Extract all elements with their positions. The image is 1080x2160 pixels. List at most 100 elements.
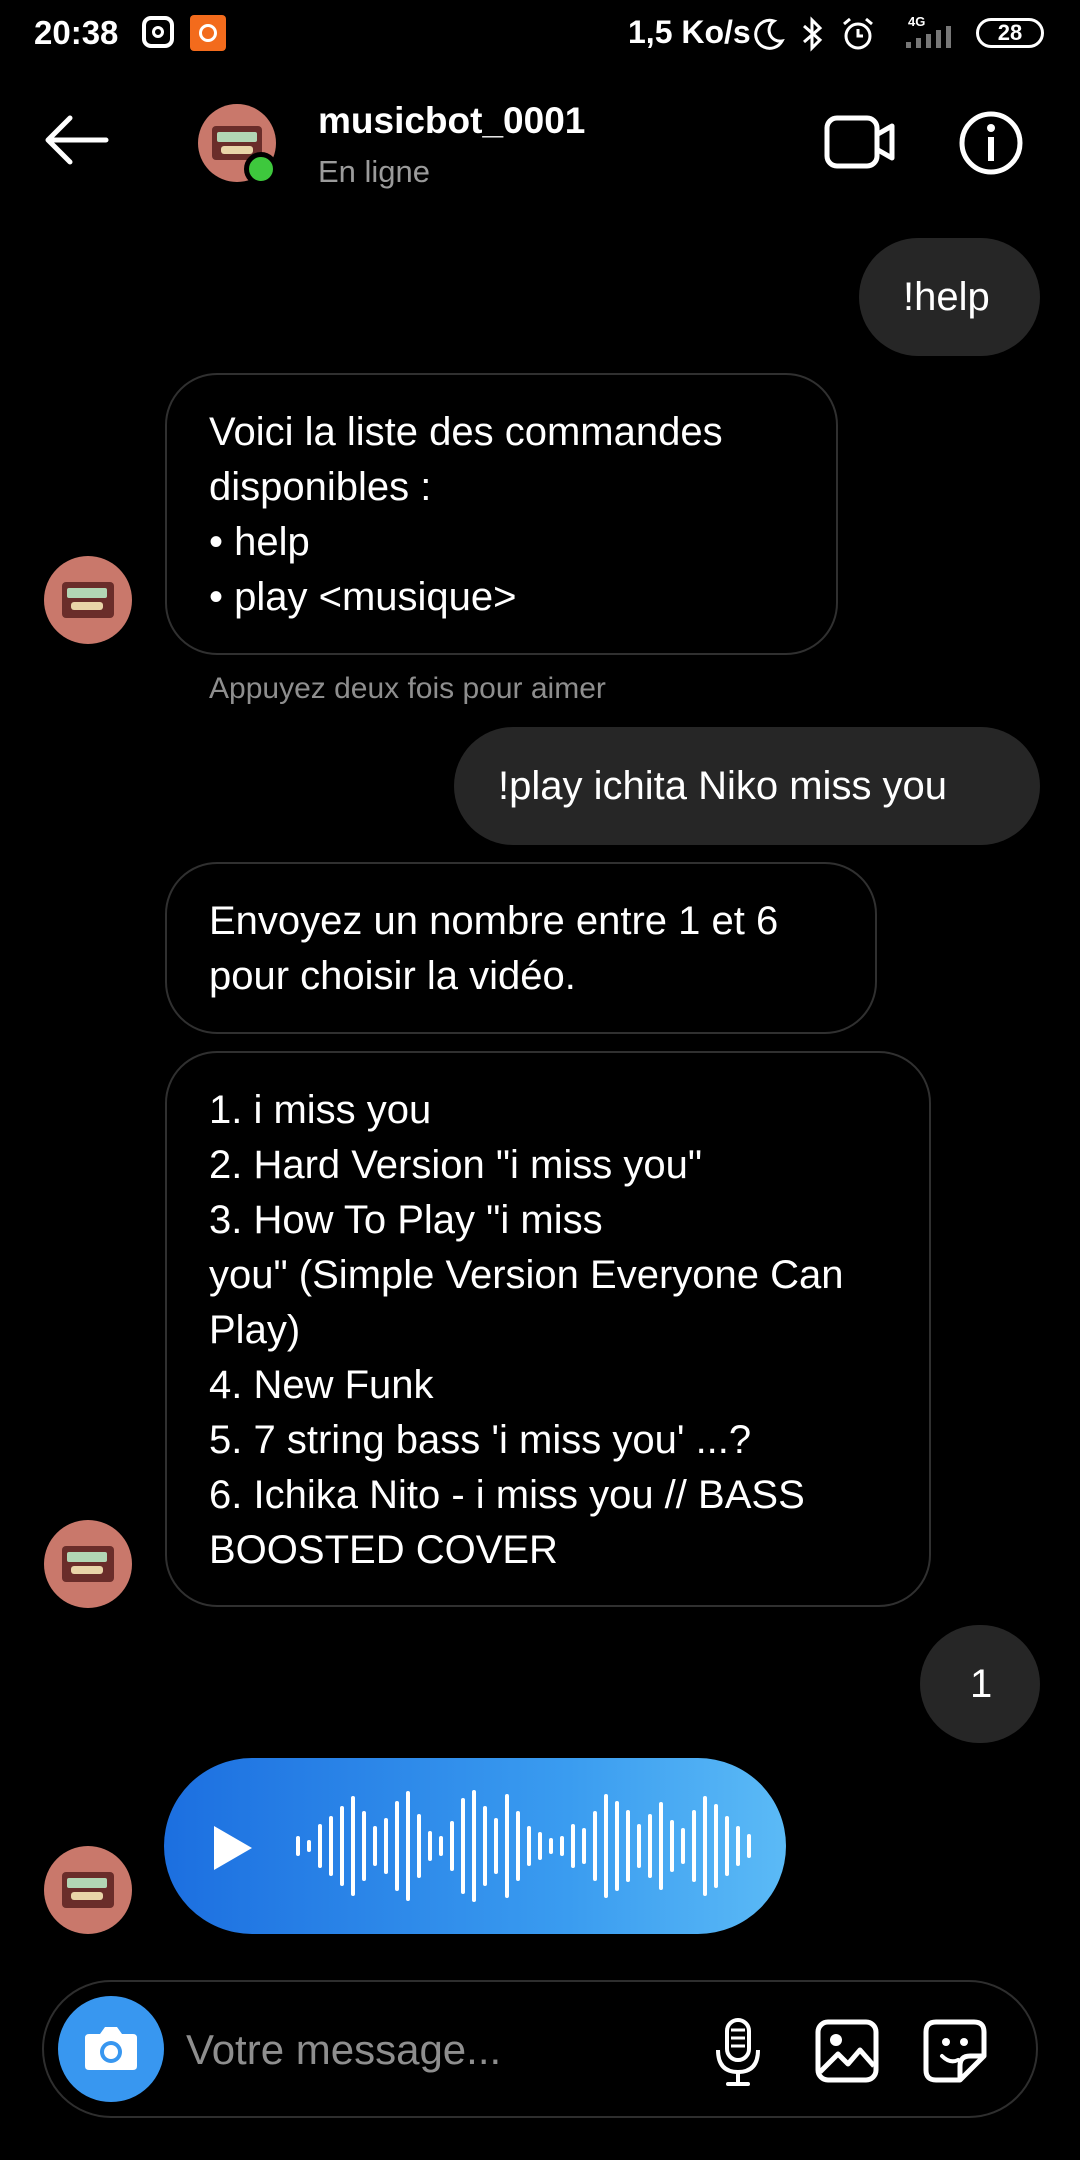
instagram-icon (142, 16, 174, 48)
waveform-bar (406, 1791, 410, 1901)
waveform-bar (296, 1836, 300, 1856)
contact-status: En ligne (318, 154, 431, 189)
waveform-bar (615, 1801, 619, 1891)
waveform-bar (571, 1824, 575, 1868)
chat-header: musicbot_0001 En ligne (0, 80, 1080, 210)
bot-avatar[interactable] (44, 556, 132, 644)
message-line: 4. New Funk (209, 1363, 434, 1407)
waveform-bar (604, 1794, 608, 1898)
message-sent[interactable]: !play ichita Niko miss you (454, 727, 1040, 845)
signal-icon (906, 26, 951, 48)
cassette-icon (62, 1872, 114, 1908)
message-sent[interactable]: !help (859, 238, 1040, 356)
alarm-icon (843, 17, 873, 50)
waveform-bar (527, 1826, 531, 1866)
waveform-bar (703, 1796, 707, 1896)
bluetooth-icon (803, 16, 823, 52)
play-icon[interactable] (210, 1822, 256, 1874)
waveform-bar (648, 1814, 652, 1878)
camera-button[interactable] (58, 1996, 164, 2102)
waveform-bar (450, 1821, 454, 1871)
bot-avatar[interactable] (44, 1846, 132, 1934)
contact-name[interactable]: musicbot_0001 (318, 100, 585, 142)
message-text: !play ichita Niko miss you (498, 764, 948, 808)
contact-avatar[interactable] (198, 104, 278, 186)
waveform-bar (417, 1814, 421, 1878)
waveform-bar (494, 1818, 498, 1874)
waveform-bar (692, 1810, 696, 1882)
waveform-bar (747, 1834, 751, 1858)
waveform-bar (582, 1828, 586, 1864)
message-line: Envoyez un nombre entre 1 et 6 (209, 899, 779, 943)
double-tap-like-hint: Appuyez deux fois pour aimer (209, 672, 606, 705)
message-line: 6. Ichika Nito - i miss you // BASS (209, 1473, 805, 1517)
sticker-icon[interactable] (922, 2018, 988, 2084)
waveform-bar (725, 1816, 729, 1876)
online-indicator (244, 152, 278, 186)
message-line: • help (209, 520, 310, 564)
info-icon[interactable] (958, 110, 1024, 176)
message-text: !help (903, 275, 990, 319)
message-line: pour choisir la vidéo. (209, 954, 576, 998)
microphone-icon[interactable] (710, 2016, 766, 2088)
waveform-bar (439, 1836, 443, 1856)
waveform-bar (560, 1836, 564, 1856)
gallery-icon[interactable] (814, 2018, 880, 2084)
message-sent[interactable]: 1 (920, 1625, 1040, 1743)
video-call-icon[interactable] (824, 114, 896, 170)
waveform-bar (714, 1804, 718, 1888)
waveform-bar (593, 1811, 597, 1881)
message-composer (42, 1980, 1038, 2118)
message-received[interactable]: Envoyez un nombre entre 1 et 6 pour choi… (165, 862, 877, 1034)
waveform-bar (384, 1818, 388, 1874)
status-icons (752, 12, 876, 56)
message-line: Voici la liste des commandes (209, 410, 723, 454)
waveform-bar (681, 1828, 685, 1864)
waveform-bar (395, 1801, 399, 1891)
message-line: 2. Hard Version "i miss you" (209, 1143, 703, 1187)
waveform-bar (549, 1838, 553, 1854)
waveform-bar (626, 1810, 630, 1882)
message-line: disponibles : (209, 465, 432, 509)
bot-avatar[interactable] (44, 1520, 132, 1608)
battery-level: 28 (997, 20, 1023, 45)
waveform-bar (340, 1806, 344, 1886)
waveform-bar (472, 1790, 476, 1902)
message-line: you" (Simple Version Everyone Can (209, 1253, 844, 1297)
waveform-bar (637, 1824, 641, 1868)
message-line: • play <musique> (209, 575, 517, 619)
back-arrow-icon[interactable] (40, 110, 112, 170)
message-line: BOOSTED COVER (209, 1528, 558, 1572)
waveform (296, 1790, 751, 1902)
battery-icon: 28 (976, 18, 1044, 48)
voice-message[interactable] (164, 1758, 786, 1934)
waveform-bar (505, 1794, 509, 1898)
message-received[interactable]: Voici la liste des commandes disponibles… (165, 373, 838, 655)
message-line: 5. 7 string bass 'i miss you' ...? (209, 1418, 752, 1462)
waveform-bar (373, 1826, 377, 1866)
status-bar: 20:38 1,5 Ko/s 4G 28 (0, 0, 1080, 66)
waveform-bar (659, 1802, 663, 1890)
message-line: Play) (209, 1308, 301, 1352)
waveform-bar (351, 1796, 355, 1896)
waveform-bar (538, 1832, 542, 1860)
waveform-bar (736, 1826, 740, 1866)
waveform-bar (483, 1806, 487, 1886)
waveform-bar (318, 1824, 322, 1868)
waveform-bar (329, 1816, 333, 1876)
mi-icon (190, 15, 226, 51)
waveform-bar (516, 1811, 520, 1881)
cassette-icon (62, 582, 114, 618)
status-time: 20:38 (34, 14, 119, 51)
waveform-bar (670, 1820, 674, 1872)
message-input[interactable] (186, 2012, 706, 2088)
waveform-bar (428, 1831, 432, 1861)
cassette-icon (62, 1546, 114, 1582)
message-line: 3. How To Play "i miss (209, 1198, 603, 1242)
message-text: 1 (970, 1662, 993, 1706)
waveform-bar (307, 1840, 311, 1852)
waveform-bar (461, 1798, 465, 1894)
moon-icon (754, 18, 785, 50)
message-received[interactable]: 1. i miss you 2. Hard Version "i miss yo… (165, 1051, 931, 1607)
waveform-bar (362, 1811, 366, 1881)
